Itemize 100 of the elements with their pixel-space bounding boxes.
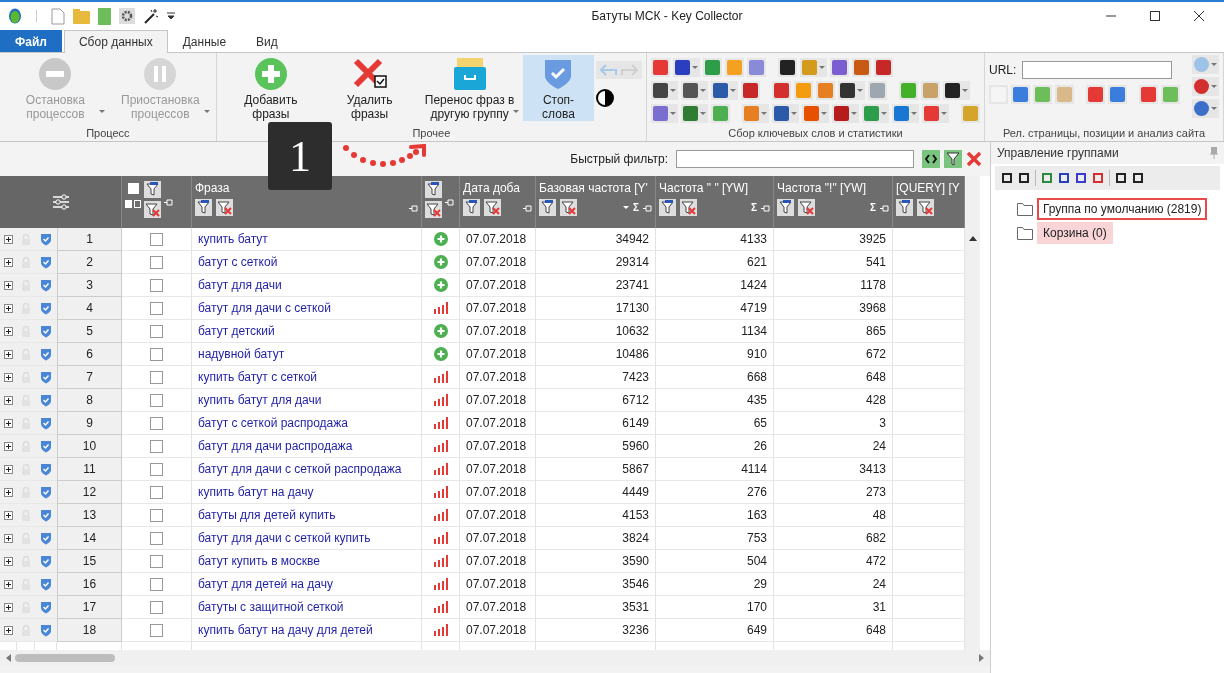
row-number: 8 <box>57 389 122 412</box>
frequency-cell: 276 <box>656 481 774 504</box>
column-header[interactable]: Частота "!" [YW] <box>777 181 890 199</box>
ribbon-button[interactable]: Стоп-слова <box>522 55 594 121</box>
panel-title: Управление группами <box>997 146 1119 160</box>
date-cell: 07.07.2018 <box>460 228 536 251</box>
date-cell: 07.07.2018 <box>460 550 536 573</box>
frequency-cell: 3531 <box>536 596 656 619</box>
phrase-cell: батут купить в москве <box>192 550 422 573</box>
phrase-cell: купить батут для дачи <box>192 389 422 412</box>
frequency-cell: 10486 <box>536 343 656 366</box>
url-label: URL: <box>989 63 1017 77</box>
date-cell: 07.07.2018 <box>460 435 536 458</box>
ribbon-button[interactable]: Перенос фраз в другую группу <box>418 55 521 121</box>
row-number: 9 <box>57 412 122 435</box>
date-cell: 07.07.2018 <box>460 343 536 366</box>
date-cell: 07.07.2018 <box>460 619 536 642</box>
phrase-cell: батут для дачи с сеткой распродажа <box>192 458 422 481</box>
date-cell: 07.07.2018 <box>460 596 536 619</box>
frequency-cell: 1424 <box>656 274 774 297</box>
sum-button[interactable]: Σ <box>633 202 639 213</box>
window-title: Батуты МСК - Key Collector <box>590 9 744 23</box>
frequency-cell: 910 <box>656 343 774 366</box>
date-cell: 07.07.2018 <box>460 412 536 435</box>
frequency-cell: 753 <box>656 527 774 550</box>
frequency-cell: 4449 <box>536 481 656 504</box>
frequency-cell: 435 <box>656 389 774 412</box>
ribbon-tab[interactable]: Вид <box>241 30 293 52</box>
date-cell: 07.07.2018 <box>460 320 536 343</box>
row-number: 15 <box>57 550 122 573</box>
frequency-cell: 1178 <box>774 274 893 297</box>
frequency-cell: 24 <box>774 435 893 458</box>
row-number: 11 <box>57 458 122 481</box>
frequency-cell: 4719 <box>656 297 774 320</box>
row-number: 10 <box>57 435 122 458</box>
frequency-cell: 3968 <box>774 297 893 320</box>
column-header[interactable]: Частота " " [YW] <box>659 181 771 199</box>
row-number: 2 <box>57 251 122 274</box>
frequency-cell: 3413 <box>774 458 893 481</box>
frequency-cell: 3236 <box>536 619 656 642</box>
phrase-cell: батут с сеткой распродажа <box>192 412 422 435</box>
phrase-cell: батут для дачи <box>192 274 422 297</box>
frequency-cell: 48 <box>774 504 893 527</box>
frequency-cell: 541 <box>774 251 893 274</box>
date-cell: 07.07.2018 <box>460 389 536 412</box>
frequency-cell: 3 <box>774 412 893 435</box>
phrase-cell: купить батут на дачу <box>192 481 422 504</box>
sum-button[interactable]: Σ <box>751 202 757 213</box>
column-header[interactable]: Базовая частота [Y' <box>539 181 653 199</box>
frequency-cell: 649 <box>656 619 774 642</box>
phrase-cell: батут для дачи с сеткой <box>192 297 422 320</box>
frequency-cell: 428 <box>774 389 893 412</box>
frequency-cell: 163 <box>656 504 774 527</box>
frequency-cell: 170 <box>656 596 774 619</box>
ribbon-tab[interactable]: Файл <box>0 30 62 52</box>
row-number: 7 <box>57 366 122 389</box>
frequency-cell: 672 <box>774 343 893 366</box>
row-number: 1 <box>57 228 122 251</box>
ribbon-button[interactable]: Добавить фразы <box>220 55 322 121</box>
frequency-cell: 3546 <box>536 573 656 596</box>
ribbon-tab[interactable]: Сбор данных <box>63 30 168 53</box>
frequency-cell: 5960 <box>536 435 656 458</box>
row-number: 12 <box>57 481 122 504</box>
frequency-cell: 10632 <box>536 320 656 343</box>
phrase-cell: батут с сеткой <box>192 251 422 274</box>
frequency-cell: 31 <box>774 596 893 619</box>
phrase-cell: батуты с защитной сеткой <box>192 596 422 619</box>
frequency-cell: 648 <box>774 619 893 642</box>
group-label: Сбор ключевых слов и статистики <box>727 127 904 141</box>
ribbon-button[interactable]: Удалить фразы <box>323 55 417 121</box>
ribbon-tab[interactable]: Данные <box>167 30 242 52</box>
frequency-cell: 7423 <box>536 366 656 389</box>
date-cell: 07.07.2018 <box>460 366 536 389</box>
date-cell: 07.07.2018 <box>460 251 536 274</box>
frequency-cell: 24 <box>774 573 893 596</box>
date-cell: 07.07.2018 <box>460 527 536 550</box>
frequency-cell: 6149 <box>536 412 656 435</box>
row-number: 14 <box>57 527 122 550</box>
frequency-cell: 6712 <box>536 389 656 412</box>
date-cell: 07.07.2018 <box>460 458 536 481</box>
row-number: 18 <box>57 619 122 642</box>
phrase-cell: надувной батут <box>192 343 422 366</box>
sum-button[interactable]: Σ <box>870 202 876 213</box>
date-cell: 07.07.2018 <box>460 297 536 320</box>
group-item[interactable]: Корзина (0) <box>1037 222 1113 244</box>
row-number: 13 <box>57 504 122 527</box>
frequency-cell: 668 <box>656 366 774 389</box>
frequency-cell: 5867 <box>536 458 656 481</box>
row-number: 4 <box>57 297 122 320</box>
frequency-cell: 3824 <box>536 527 656 550</box>
frequency-cell: 1134 <box>656 320 774 343</box>
frequency-cell: 4133 <box>656 228 774 251</box>
group-label: Процесс <box>85 127 131 141</box>
frequency-cell: 29 <box>656 573 774 596</box>
frequency-cell: 4153 <box>536 504 656 527</box>
quick-filter-label: Быстрый фильтр: <box>570 152 668 166</box>
row-number: 17 <box>57 596 122 619</box>
group-item[interactable]: Группа по умолчанию (2819) <box>1037 198 1208 220</box>
group-label: Прочее <box>411 127 452 141</box>
frequency-cell: 29314 <box>536 251 656 274</box>
